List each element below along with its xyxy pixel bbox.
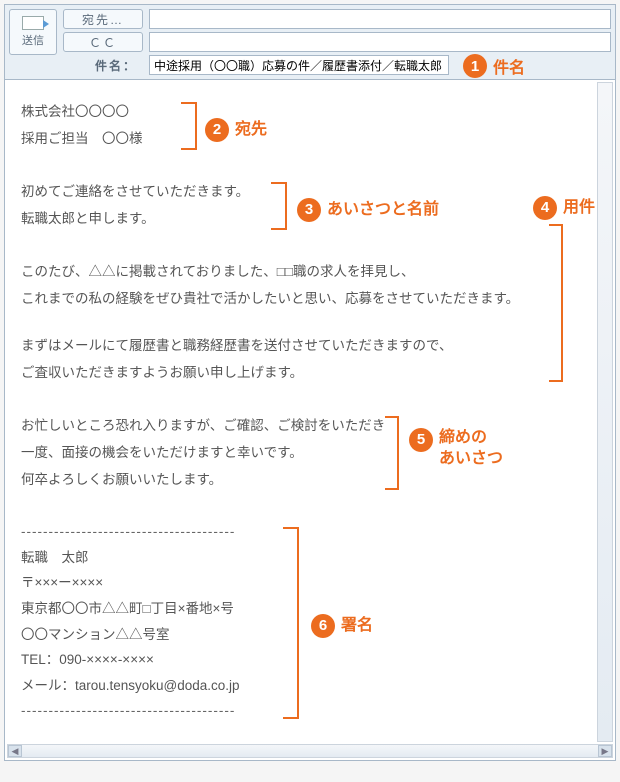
compose-header: 送信 宛先… ＣＣ 件名： 1 件名 bbox=[5, 5, 615, 80]
mail-compose-window: 送信 宛先… ＣＣ 件名： 1 件名 株式会社〇〇〇〇 採 bbox=[4, 4, 616, 761]
signature-tel: TEL：090-××××-×××× bbox=[21, 647, 599, 673]
to-input[interactable] bbox=[149, 9, 611, 29]
to-button[interactable]: 宛先… bbox=[63, 9, 143, 29]
addressee-person: 採用ご担当 〇〇様 bbox=[21, 125, 599, 152]
header-fields: 宛先… ＣＣ 件名： 1 件名 bbox=[63, 9, 611, 75]
mail-body[interactable]: 株式会社〇〇〇〇 採用ご担当 〇〇様 2 宛先 初めてご連絡をさせていただきます… bbox=[5, 80, 615, 760]
closing-line: お忙しいところ恐れ入りますが、ご確認、ご検討をいただき bbox=[21, 412, 599, 439]
greeting-block: 初めてご連絡をさせていただきます。 転職太郎と申します。 3 あいさつと名前 bbox=[21, 178, 599, 232]
annotation-label: 件名 bbox=[493, 54, 525, 78]
send-label: 送信 bbox=[22, 32, 44, 48]
purpose-block-2: まずはメールにて履歴書と職務経歴書を送付させていただきますので、 ご査収いただき… bbox=[21, 332, 599, 386]
purpose-block-1: このたび、△△に掲載されておりました、□□職の求人を拝見し、 これまでの私の経験… bbox=[21, 258, 599, 312]
scroll-left-button[interactable]: ◀ bbox=[8, 745, 22, 757]
signature-mail: メール：tarou.tensyoku@doda.co.jp bbox=[21, 673, 599, 699]
cc-button[interactable]: ＣＣ bbox=[63, 32, 143, 52]
cc-input[interactable] bbox=[149, 32, 611, 52]
closing-line: 何卒よろしくお願いいたします。 bbox=[21, 466, 599, 493]
closing-line: 一度、面接の機会をいただけますと幸いです。 bbox=[21, 439, 599, 466]
purpose-line: ご査収いただきますようお願い申し上げます。 bbox=[21, 359, 599, 386]
signature-zip: 〒×××ー×××× bbox=[21, 570, 599, 596]
signature-block: --------------------------------------- … bbox=[21, 519, 599, 724]
send-button[interactable]: 送信 bbox=[9, 9, 57, 55]
subject-label: 件名： bbox=[63, 55, 143, 75]
signature-name: 転職 太郎 bbox=[21, 545, 599, 571]
purpose-line: このたび、△△に掲載されておりました、□□職の求人を拝見し、 bbox=[21, 258, 599, 285]
scroll-up-button[interactable]: ▲ bbox=[600, 83, 612, 97]
greeting-line: 転職太郎と申します。 bbox=[21, 205, 599, 232]
annotation-number-icon: 1 bbox=[463, 54, 487, 78]
scroll-down-button[interactable]: ▼ bbox=[600, 727, 612, 741]
scroll-right-button[interactable]: ▶ bbox=[598, 745, 612, 757]
subject-input[interactable] bbox=[149, 55, 449, 75]
send-icon bbox=[22, 16, 44, 30]
closing-block: お忙しいところ恐れ入りますが、ご確認、ご検討をいただき 一度、面接の機会をいただ… bbox=[21, 412, 599, 493]
signature-address: 〇〇マンション△△号室 bbox=[21, 622, 599, 648]
addressee-block: 株式会社〇〇〇〇 採用ご担当 〇〇様 2 宛先 bbox=[21, 98, 599, 152]
to-row: 宛先… bbox=[63, 9, 611, 29]
greeting-line: 初めてご連絡をさせていただきます。 bbox=[21, 178, 599, 205]
purpose-line: これまでの私の経験をぜひ貴社で活かしたいと思い、応募をさせていただきます。 bbox=[21, 285, 599, 312]
horizontal-scrollbar[interactable]: ◀ ▶ bbox=[7, 744, 613, 758]
subject-row: 件名： 1 件名 bbox=[63, 55, 611, 75]
annotation-1: 1 件名 bbox=[463, 54, 525, 78]
signature-divider: --------------------------------------- bbox=[21, 698, 599, 724]
cc-row: ＣＣ bbox=[63, 32, 611, 52]
purpose-line: まずはメールにて履歴書と職務経歴書を送付させていただきますので、 bbox=[21, 332, 599, 359]
addressee-company: 株式会社〇〇〇〇 bbox=[21, 98, 599, 125]
signature-divider: --------------------------------------- bbox=[21, 519, 599, 545]
signature-address: 東京都〇〇市△△町□丁目×番地×号 bbox=[21, 596, 599, 622]
